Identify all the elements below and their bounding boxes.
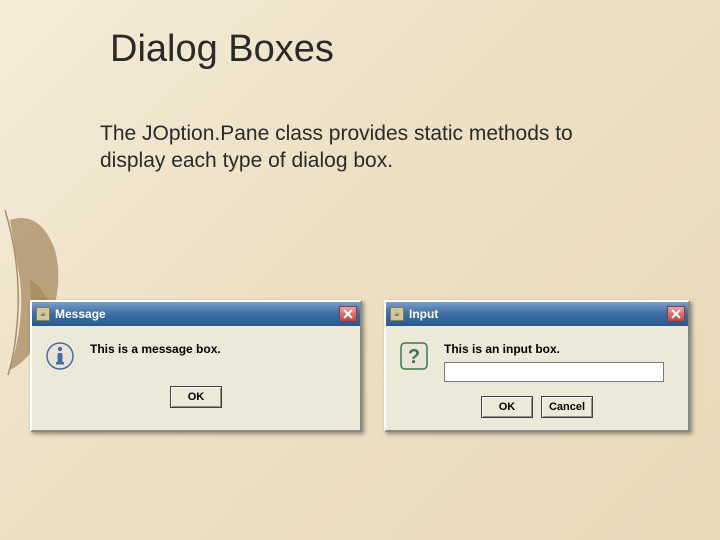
ok-button[interactable]: OK [170, 386, 222, 408]
slide-body-text: The JOption.Pane class provides static m… [100, 120, 620, 175]
input-field[interactable] [444, 362, 664, 382]
java-cup-icon: ☕ [390, 307, 404, 321]
close-icon[interactable] [667, 306, 685, 322]
input-dialog: ☕ Input ? This is an input box. [384, 300, 690, 432]
message-dialog-titlebar[interactable]: ☕ Message [32, 302, 360, 326]
input-dialog-title: Input [409, 307, 667, 321]
input-prompt-text: This is an input box. [444, 340, 676, 356]
java-cup-icon: ☕ [36, 307, 50, 321]
info-icon [44, 340, 76, 372]
message-dialog-title: Message [55, 307, 339, 321]
ok-button[interactable]: OK [481, 396, 533, 418]
message-text: This is a message box. [90, 340, 348, 356]
cancel-button[interactable]: Cancel [541, 396, 593, 418]
message-dialog: ☕ Message This is a message box. [30, 300, 362, 432]
input-dialog-titlebar[interactable]: ☕ Input [386, 302, 688, 326]
close-icon[interactable] [339, 306, 357, 322]
dialogs-container: ☕ Message This is a message box. [30, 300, 690, 432]
slide-title: Dialog Boxes [110, 28, 334, 71]
svg-text:?: ? [408, 346, 420, 368]
question-icon: ? [398, 340, 430, 372]
